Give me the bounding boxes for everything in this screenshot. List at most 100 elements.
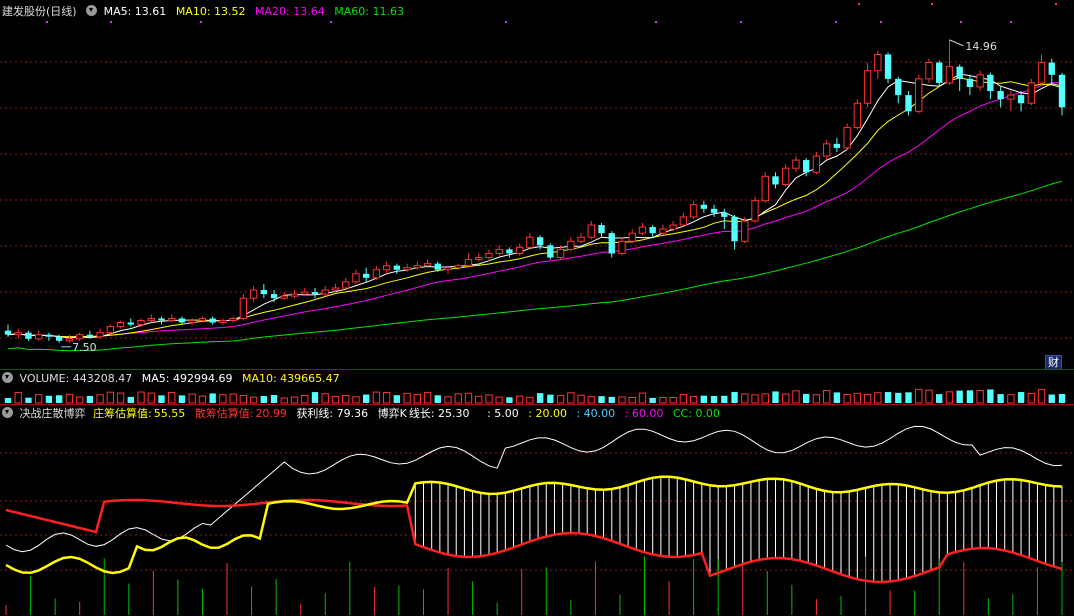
volume-bar xyxy=(608,396,615,403)
candle-body xyxy=(485,252,493,259)
candle-body xyxy=(106,326,115,334)
line-length-label: 线长: 25.30 xyxy=(408,407,470,420)
game-k-label: 博弈K xyxy=(377,407,407,420)
candle-body xyxy=(403,267,411,271)
volume-bar xyxy=(116,392,125,404)
volume-bar xyxy=(741,393,749,404)
level-60-label: : 60.00 xyxy=(624,407,664,420)
volume-bar xyxy=(710,396,718,403)
volume-bar xyxy=(1007,394,1015,404)
volume-bar xyxy=(966,390,974,403)
volume-bar xyxy=(106,391,115,404)
candle-body xyxy=(608,233,615,254)
volume-bar xyxy=(812,394,821,404)
volume-bar xyxy=(884,392,892,403)
volume-bar xyxy=(1048,394,1055,403)
candle-body xyxy=(270,294,278,299)
candle-body xyxy=(945,66,954,84)
volume-bar xyxy=(444,396,452,404)
volume-bar xyxy=(689,396,698,404)
volume-bar xyxy=(158,395,165,403)
volume-ma10-label: MA10: 439665.47 xyxy=(241,372,340,385)
volume-bar xyxy=(526,396,534,404)
candle-body xyxy=(915,78,923,112)
level-40-label: : 40.00 xyxy=(576,407,616,420)
candle-body xyxy=(219,319,227,324)
candle-body xyxy=(782,167,790,185)
candle-body xyxy=(731,216,738,242)
candle-body xyxy=(577,236,585,242)
volume-bar xyxy=(178,395,186,403)
candle-body xyxy=(178,318,186,323)
candle-body xyxy=(863,70,872,104)
candle-body xyxy=(659,228,667,234)
volume-bar xyxy=(863,393,872,404)
ma20-label: MA20: 13.64 xyxy=(255,5,325,18)
candle-body xyxy=(874,53,882,72)
candlestick-chart: 14.96 7.50 xyxy=(0,3,1074,354)
candle-body xyxy=(147,317,155,321)
candle-body xyxy=(700,204,708,209)
volume-pane[interactable]: VOLUME: 443208.47 MA5: 492994.69 MA10: 4… xyxy=(0,370,1074,404)
volume-bar xyxy=(372,391,381,404)
volume-bar xyxy=(25,397,32,403)
signal-marker xyxy=(200,21,202,23)
volume-bar xyxy=(229,393,237,404)
volume-bar xyxy=(843,393,851,404)
candle-body xyxy=(362,273,370,278)
chevron-down-icon[interactable] xyxy=(86,5,98,16)
volume-legend: VOLUME: 443208.47 MA5: 492994.69 MA10: 4… xyxy=(2,372,346,386)
level-5-label: : 5.00 xyxy=(487,407,519,420)
signal-marker xyxy=(1055,3,1057,5)
volume-bar xyxy=(792,390,800,404)
volume-bar xyxy=(618,396,626,404)
volume-bar xyxy=(495,396,503,404)
volume-bar xyxy=(137,391,145,404)
candle-body xyxy=(1058,74,1066,108)
candle-body xyxy=(567,240,575,250)
low-price-label: 7.50 xyxy=(72,341,97,354)
candle-body xyxy=(96,332,104,338)
signal-marker xyxy=(960,21,962,23)
signal-marker xyxy=(931,3,933,5)
indicator-pane[interactable]: 决战庄散博弈 庄筹估算值: 55.55 散筹估算值: 20.99 获利线: 79.3… xyxy=(0,405,1074,616)
candle-body xyxy=(547,245,554,258)
volume-bar xyxy=(393,395,401,403)
volume-bar xyxy=(239,394,248,404)
volume-bar xyxy=(331,395,340,404)
indicator-legend: 决战庄散博弈 庄筹估算值: 55.55 散筹估算值: 20.99 获利线: 79.3… xyxy=(2,407,726,421)
candle-body xyxy=(413,265,421,269)
zhuang-line xyxy=(5,475,1063,575)
volume-bar xyxy=(587,396,595,404)
candle-body xyxy=(853,102,862,129)
high-price-label: 14.96 xyxy=(965,40,997,53)
volume-bar xyxy=(219,394,227,404)
price-legend: 建发股份(日线) MA5: 13.61 MA10: 13.52 MA20: 13… xyxy=(2,5,410,19)
signal-marker xyxy=(505,21,507,23)
volume-bar xyxy=(833,392,841,403)
chevron-down-icon[interactable] xyxy=(2,407,13,418)
ma5-line xyxy=(7,73,1063,339)
candle-body xyxy=(25,332,32,339)
candle-body xyxy=(1048,62,1055,75)
candle-body xyxy=(321,289,329,295)
candle-body xyxy=(239,297,248,319)
candle-body xyxy=(86,334,94,337)
chevron-down-icon[interactable] xyxy=(2,372,13,383)
volume-bar xyxy=(127,396,134,403)
ma10-line xyxy=(7,77,1063,338)
candle-body xyxy=(833,143,841,148)
volume-bar xyxy=(65,393,74,404)
cc-label: CC: 0.00 xyxy=(672,407,720,420)
candle-body xyxy=(536,237,544,246)
volume-bar xyxy=(260,396,267,403)
candle-body xyxy=(956,66,963,79)
price-chart-pane[interactable]: 14.96 7.50 建发股份(日线) MA5: 13.61 MA10: 13.5… xyxy=(0,0,1074,371)
candle-body xyxy=(526,236,534,248)
volume-bar xyxy=(556,395,565,404)
candle-body xyxy=(382,265,391,271)
candle-body xyxy=(464,259,473,267)
candle-body xyxy=(45,334,53,337)
candle-body xyxy=(188,319,196,324)
candle-body xyxy=(1027,82,1035,104)
